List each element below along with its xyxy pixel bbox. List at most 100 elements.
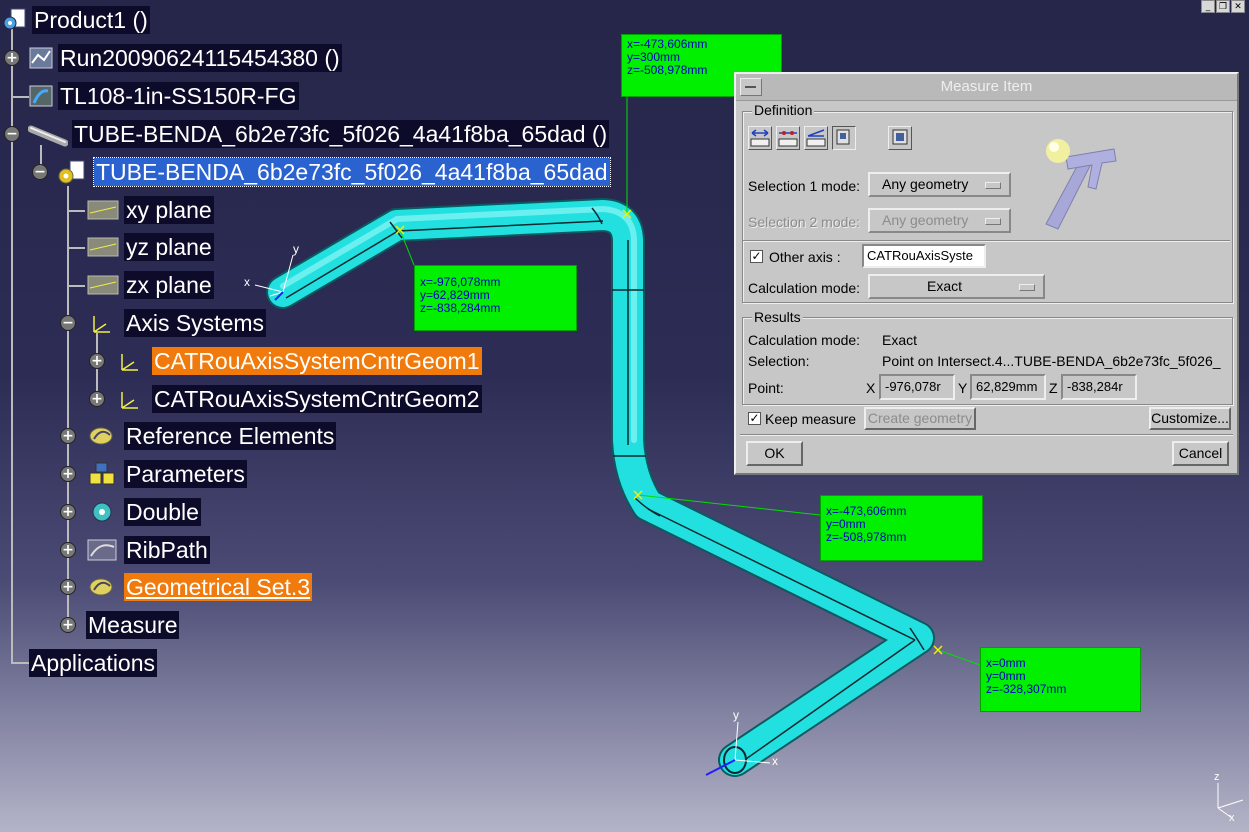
tree-label: Applications [29,649,158,677]
ok-button[interactable]: OK [746,441,803,466]
keep-measure-checkbox[interactable]: ✓ [748,412,761,425]
expand-icon[interactable]: + [60,542,76,558]
cancel-button[interactable]: Cancel [1172,441,1229,466]
other-axis-checkbox[interactable]: ✓ [750,250,763,263]
tree-node-applications[interactable]: Applications [29,648,158,678]
calc-mode-label: Calculation mode: [748,280,861,296]
dropdown-icon [985,182,1001,189]
selection2-mode-value: Any geometry [882,212,969,228]
tree-node-tube-benda-product[interactable]: TUBE-BENDA_6b2e73fc_5f026_4a41f8ba_65dad… [28,119,610,149]
tree-label: Parameters [124,460,247,488]
close-button[interactable]: ✕ [1231,0,1245,13]
tree-label: TUBE-BENDA_6b2e73fc_5f026_4a41f8ba_65dad… [72,120,610,148]
tree-node-axis-geom1[interactable]: CATRouAxisSystemCntrGeom1 [114,346,482,376]
tree-node-measure[interactable]: Measure [86,610,180,640]
tree-label: Run20090624115454380 () [58,44,342,72]
measure-fan-icon [806,129,826,147]
selection2-mode-combo[interactable]: Any geometry [868,208,1011,233]
selection2-label: Selection 2 mode: [748,214,861,230]
gear-icon [92,502,112,522]
measure-label-4[interactable]: x=0mm y=0mm z=-328,307mm [980,647,1141,712]
point-y-field[interactable]: 62,829mm [970,374,1046,400]
axis-y-label-2: y [733,708,739,722]
axis-system-icon [93,316,110,333]
tree-label: Axis Systems [124,309,267,337]
tree-node-zx-plane[interactable]: zx plane [86,270,214,300]
restore-button[interactable]: ❐ [1216,0,1230,13]
measure-between-button[interactable] [748,126,772,150]
tree-label-selected: TUBE-BENDA_6b2e73fc_5f026_4a41f8ba_65dad [93,157,611,187]
tree-line [67,247,85,249]
ribpath-icon [87,539,117,561]
other-axis-field[interactable]: CATRouAxisSyste [862,244,986,268]
customize-button[interactable]: Customize... [1149,407,1231,430]
tree-label: Measure [86,611,180,639]
measure-label-4-z: z=-328,307mm [986,682,1067,696]
minimize-button[interactable]: _ [1201,0,1215,13]
tree-label: yz plane [124,233,214,261]
expand-icon[interactable]: + [60,466,76,482]
measure-label-3[interactable]: x=-473,606mm y=0mm z=-508,978mm [820,495,983,561]
point-z-field[interactable]: -838,284r [1061,374,1137,400]
tree-node-xy-plane[interactable]: xy plane [86,195,214,225]
collapse-icon[interactable]: − [4,126,20,142]
point-x-field[interactable]: -976,078r [879,374,955,400]
tree-node-axis-systems[interactable]: Axis Systems [86,308,267,338]
tree-node-product1[interactable]: Product1 () [2,5,150,35]
catalog-part-icon [29,85,53,107]
tree-line [67,285,85,287]
result-point-label: Point: [748,380,784,396]
selection1-label: Selection 1 mode: [748,178,861,194]
create-geometry-button[interactable]: Create geometry [864,407,976,430]
tree-node-yz-plane[interactable]: yz plane [86,232,214,262]
tube-part-icon [28,125,68,147]
tree-node-run[interactable]: Run20090624115454380 () [28,43,342,73]
compass-x-label: x [1229,812,1235,824]
collapse-icon[interactable]: − [60,315,76,331]
measure-fan-button[interactable] [804,126,828,150]
plane-icon [87,200,119,220]
expand-icon[interactable]: + [4,50,20,66]
result-selection-label: Selection: [748,353,810,369]
measure-item-icon [836,129,850,145]
expand-icon[interactable]: + [60,617,76,633]
definition-separator [743,240,1230,242]
tree-label: Double [124,498,201,526]
tree-node-parameters[interactable]: Parameters [86,459,247,489]
plane-icon [87,275,119,295]
tree-label: Reference Elements [124,422,337,450]
other-axis-label: Other axis : [769,249,841,265]
dropdown-icon [1019,284,1035,291]
selection1-mode-combo[interactable]: Any geometry [868,172,1011,197]
measure-item-button[interactable] [832,126,856,150]
tree-line [11,28,13,664]
expand-icon[interactable]: + [60,579,76,595]
tree-node-geometrical-set-3[interactable]: Geometrical Set.3 [86,572,313,602]
measure-item-dialog[interactable]: Measure Item Definition Selection 1 mode… [734,72,1239,475]
tree-line [67,186,69,626]
expand-icon[interactable]: + [60,428,76,444]
tree-node-ribpath[interactable]: RibPath [86,535,210,565]
measure-chain-button[interactable] [776,126,800,150]
dialog-title[interactable]: Measure Item [736,74,1237,101]
expand-icon[interactable]: + [89,353,105,369]
compass-z-label: z [1214,771,1220,783]
tree-node-axis-geom2[interactable]: CATRouAxisSystemCntrGeom2 [114,384,482,414]
tree-node-reference-elements[interactable]: Reference Elements [86,421,337,451]
dialog-menu-button[interactable] [740,78,762,96]
expand-icon[interactable]: + [60,504,76,520]
button-separator [740,434,1233,436]
calc-mode-combo[interactable]: Exact [868,274,1045,299]
parameters-icon [89,462,115,485]
collapse-icon[interactable]: − [32,164,48,180]
expand-icon[interactable]: + [89,391,105,407]
caliper-icon [1045,139,1117,230]
tree-node-tl108[interactable]: TL108-1in-SS150R-FG [28,81,299,111]
product-icon [3,8,26,30]
specification-tree: Product1 () + Run20090624115454380 () TL… [0,0,700,700]
measure-thickness-icon [892,129,908,145]
tree-node-tube-benda-part[interactable]: TUBE-BENDA_6b2e73fc_5f026_4a41f8ba_65dad [56,157,611,187]
measure-label-3-z: z=-508,978mm [826,530,907,544]
measure-thickness-button[interactable] [888,126,912,150]
tree-node-double[interactable]: Double [86,497,201,527]
